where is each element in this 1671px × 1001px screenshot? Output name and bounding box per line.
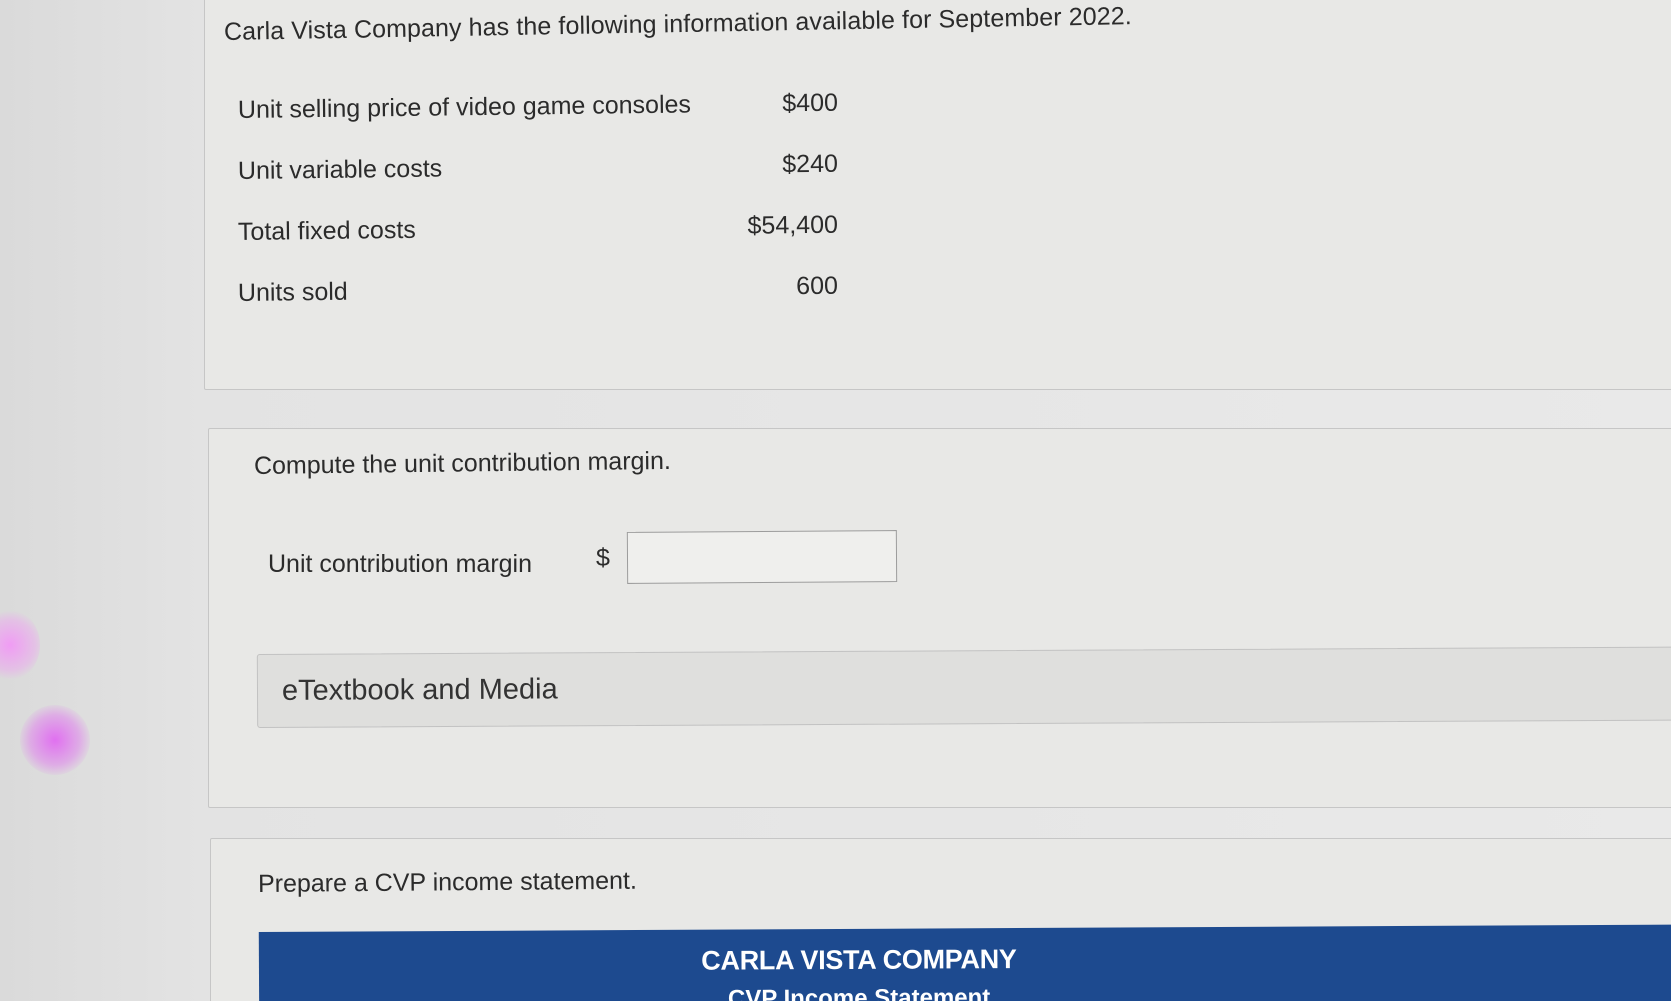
info-row-selling-price: Unit selling price of video game console… — [238, 89, 838, 132]
currency-symbol: $ — [596, 544, 610, 572]
info-label: Unit variable costs — [237, 154, 443, 185]
unit-cm-input[interactable] — [626, 530, 898, 584]
info-value: $400 — [782, 88, 839, 118]
statement-subtitle: CVP Income Statement — [727, 984, 991, 1001]
etextbook-media-toggle[interactable]: eTextbook and Media — [256, 646, 1671, 728]
screen: Carla Vista Company has the following in… — [0, 0, 1671, 1001]
info-value: 600 — [796, 271, 839, 301]
info-panel — [204, 0, 1671, 390]
info-row-variable-costs: Unit variable costs $240 — [238, 150, 838, 193]
screen-glare — [0, 610, 40, 680]
question-cvp-prompt: Prepare a CVP income statement. — [257, 866, 638, 898]
statement-company-title: CARLA VISTA COMPANY — [701, 944, 1017, 976]
screen-glare — [20, 705, 90, 775]
info-label: Units sold — [237, 277, 348, 307]
info-label: Unit selling price of video game console… — [237, 90, 692, 124]
question-unit-cm-prompt: Compute the unit contribution margin. — [253, 446, 672, 480]
info-row-units-sold: Units sold 600 — [238, 272, 838, 315]
question-panel-unit-cm — [208, 428, 1671, 808]
info-row-fixed-costs: Total fixed costs $54,400 — [238, 211, 838, 254]
info-value: $54,400 — [747, 210, 839, 240]
statement-header-banner: CARLA VISTA COMPANY CVP Income Statement — [258, 924, 1671, 1001]
unit-cm-label: Unit contribution margin — [268, 550, 533, 578]
info-label: Total fixed costs — [237, 215, 416, 246]
etextbook-label: eTextbook and Media — [281, 673, 558, 707]
info-value: $240 — [782, 149, 839, 179]
